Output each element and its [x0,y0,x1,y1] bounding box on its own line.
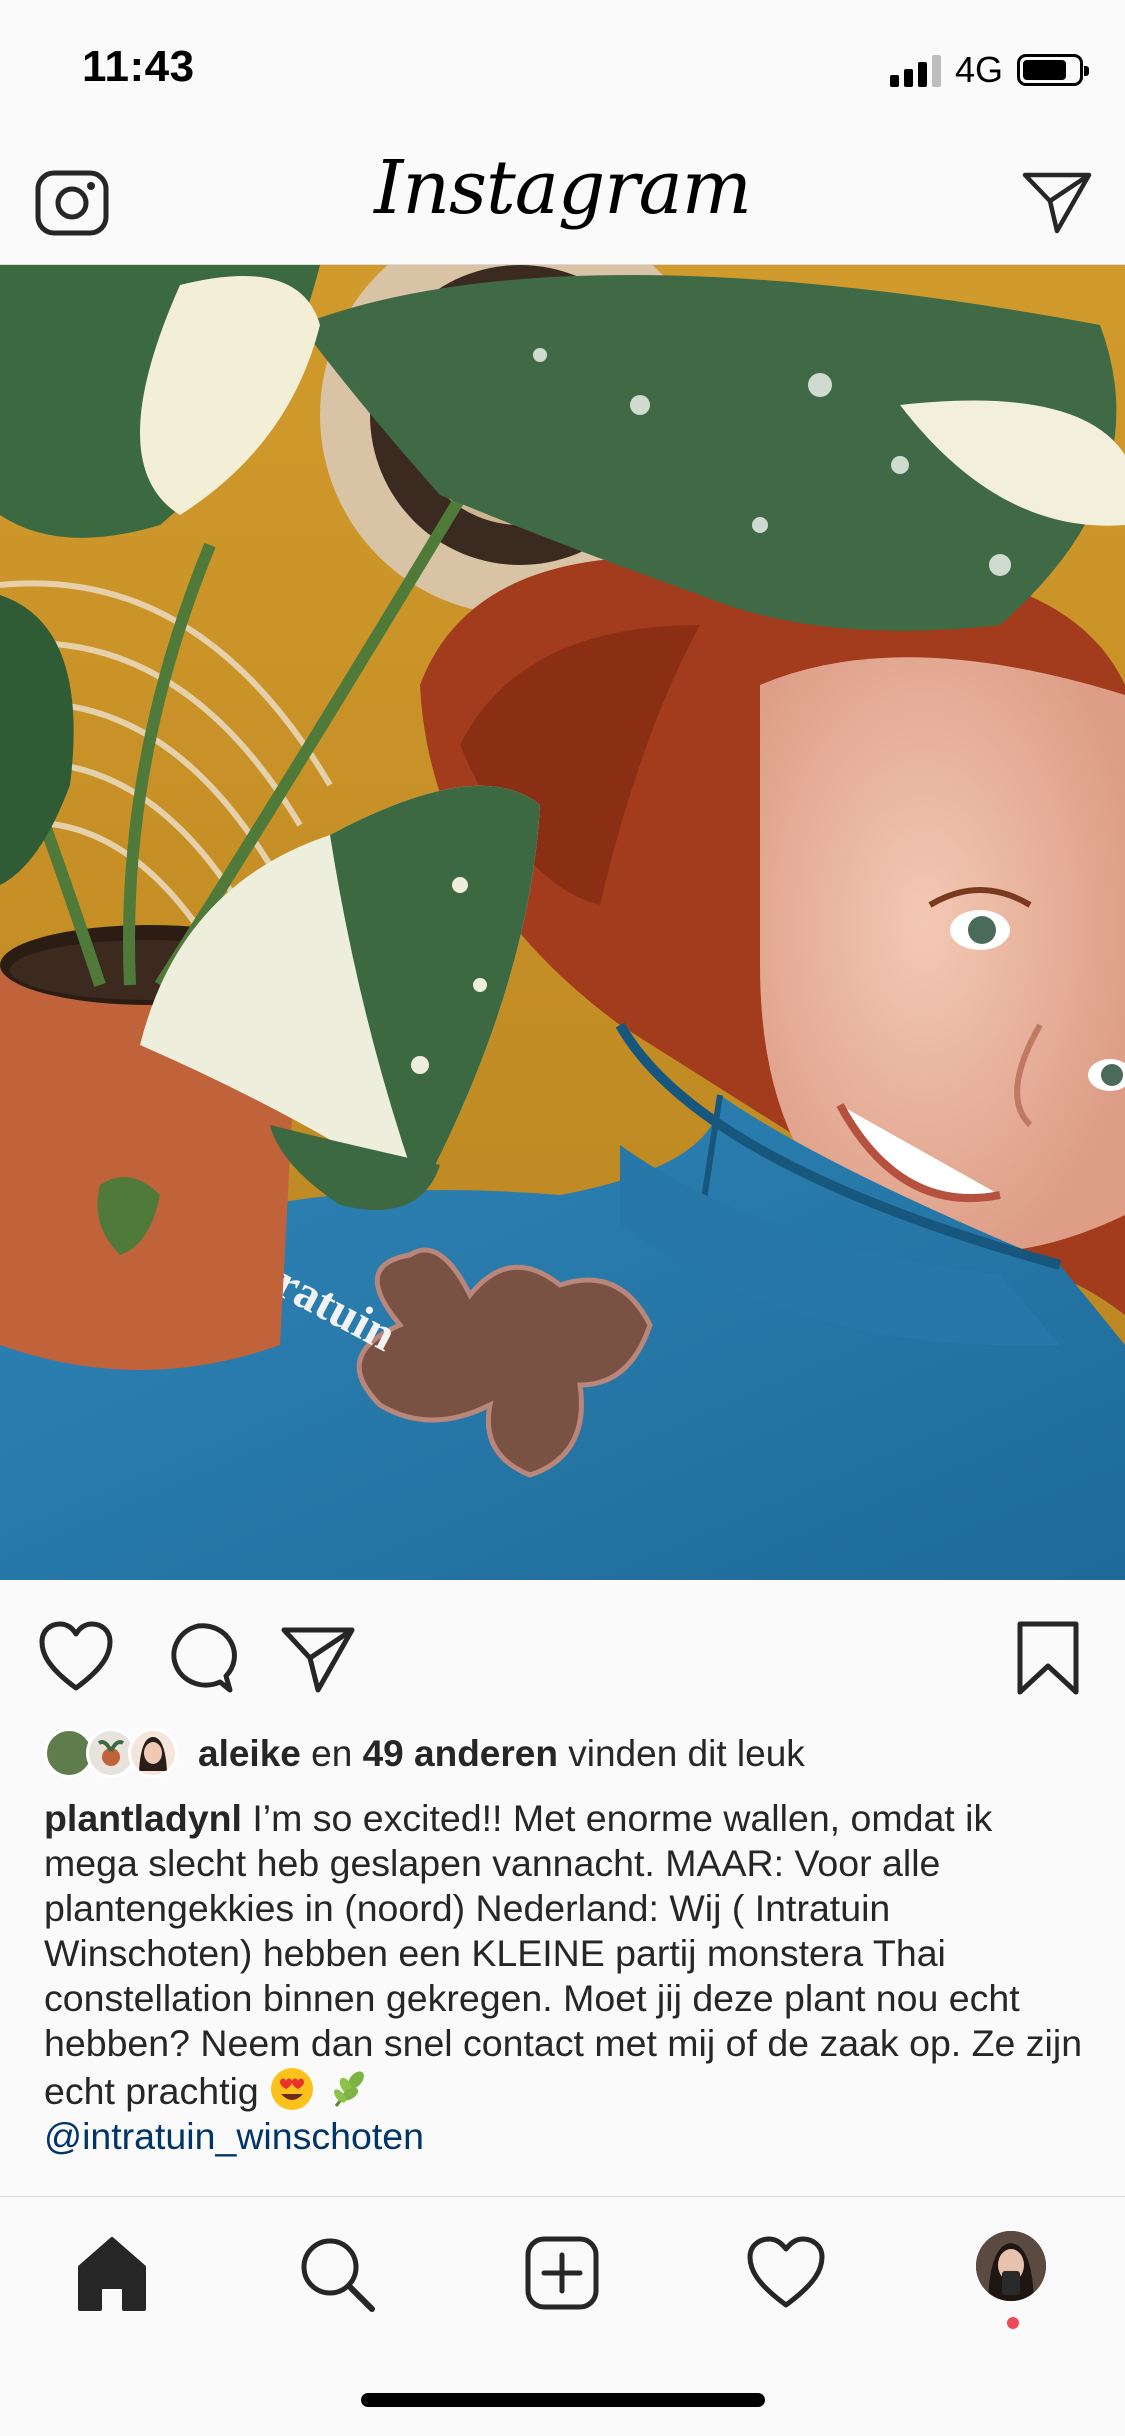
home-icon[interactable] [70,2231,154,2315]
likes-count-link[interactable]: 49 anderen [363,1733,558,1774]
caption-username[interactable]: plantladynl [44,1797,242,1839]
network-type: 4G [954,49,1003,90]
post-image[interactable]: intratuin [0,265,1125,1580]
heart-icon[interactable] [36,1618,116,1698]
caption-text: I’m so excited!! Met enorme wallen, omda… [44,1797,1083,2112]
comment-icon[interactable] [158,1618,238,1698]
top-navigation: Instagram [0,135,1125,265]
search-icon[interactable] [294,2231,378,2315]
status-bar: 11:43 4G [0,0,1125,135]
likes-summary: aleike en 49 anderen vinden dit leuk [198,1733,805,1775]
direct-message-icon[interactable] [1019,163,1095,239]
share-icon[interactable] [278,1618,358,1698]
cell-signal-icon [889,53,941,87]
likes-connector: en [300,1733,363,1774]
instagram-logo: Instagram [374,145,752,231]
status-indicators: 4G [889,48,1089,92]
battery-icon [1017,54,1089,86]
herb-emoji [333,2071,364,2107]
notification-dot [1007,2317,1019,2329]
likes-suffix: vinden dit leuk [557,1733,805,1774]
heart-eyes-emoji [271,2068,314,2110]
liker-avatar [128,1728,178,1778]
liker-avatars [44,1726,186,1782]
bookmark-icon[interactable] [1008,1618,1088,1698]
profile-avatar[interactable] [976,2231,1046,2301]
status-time: 11:43 [82,42,195,91]
new-post-icon[interactable] [520,2231,604,2315]
post-actions [0,1580,1125,1725]
caption-mention-link[interactable]: @intratuin_winschoten [44,2114,1094,2159]
activity-heart-icon[interactable] [744,2231,828,2315]
likes-row[interactable]: aleike en 49 anderen vinden dit leuk [44,1724,805,1784]
first-liker-link[interactable]: aleike [198,1733,301,1774]
post-caption: plantladynl I’m so excited!! Met enorme … [44,1796,1094,2159]
home-indicator [361,2393,765,2407]
